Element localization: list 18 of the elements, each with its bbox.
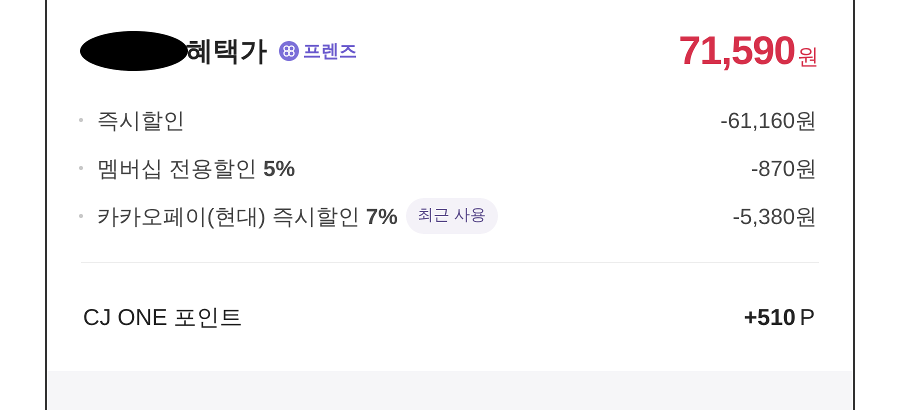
points-unit: P	[800, 302, 815, 332]
discount-label: 카카오페이(현대) 즉시할인 7%	[97, 202, 398, 230]
discount-label: 멤버십 전용할인 5%	[97, 154, 296, 182]
discount-label: 즉시할인	[97, 106, 185, 134]
points-label: CJ ONE 포인트	[83, 302, 243, 332]
bullet-icon	[79, 118, 83, 122]
bullet-icon	[79, 166, 83, 170]
price-amount: 71,590	[678, 28, 795, 75]
price-title: 혜택가	[186, 34, 267, 68]
discount-amount: -5,380원	[732, 202, 817, 230]
price-unit: 원	[797, 43, 819, 71]
clover-icon	[279, 41, 299, 61]
discount-amount: -61,160원	[720, 106, 817, 134]
membership-label: 프렌즈	[303, 40, 357, 62]
recent-use-tag: 최근 사용	[406, 198, 498, 234]
points-amount: +510	[744, 302, 796, 332]
discount-amount: -870원	[750, 154, 817, 182]
bullet-icon	[79, 214, 83, 218]
